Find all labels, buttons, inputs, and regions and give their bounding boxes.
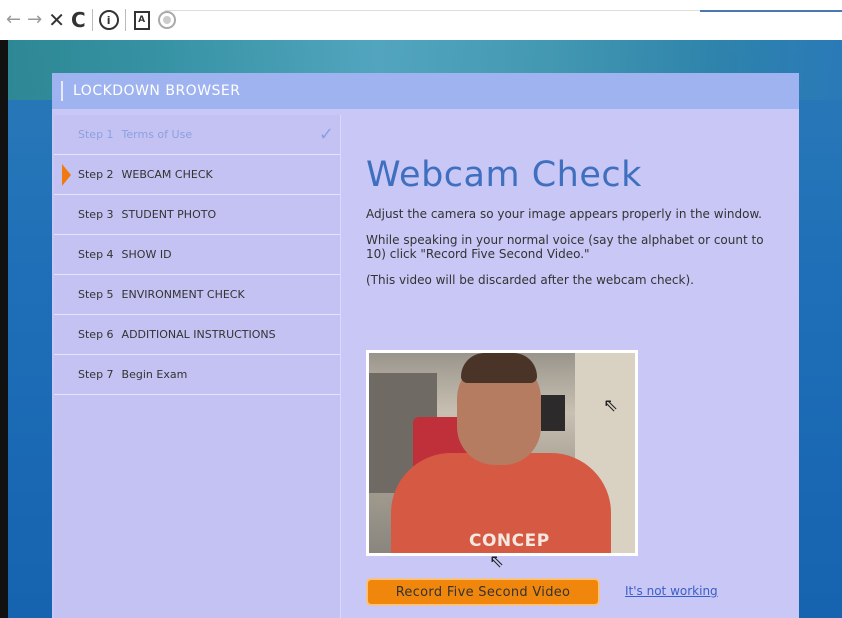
sidebar-item-begin-exam[interactable]: Step 7 Begin Exam — [54, 355, 340, 395]
sidebar-item-student-photo[interactable]: Step 3 STUDENT PHOTO — [54, 195, 340, 235]
title-accent-bar — [61, 81, 63, 101]
checkmark-icon: ✓ — [318, 124, 334, 145]
record-video-button[interactable]: Record Five Second Video — [366, 578, 600, 606]
step-label: ADDITIONAL INSTRUCTIONS — [121, 328, 276, 341]
sidebar-item-terms-of-use[interactable]: Step 1 Terms of Use ✓ — [54, 115, 340, 155]
sidebar-item-show-id[interactable]: Step 4 SHOW ID — [54, 235, 340, 275]
toolbar-divider — [124, 9, 126, 31]
close-icon[interactable]: ✕ — [48, 10, 65, 30]
screen-edge — [0, 40, 8, 618]
step-number: Step 1 — [78, 128, 114, 141]
sidebar-item-additional-instructions[interactable]: Step 6 ADDITIONAL INSTRUCTIONS — [54, 315, 340, 355]
back-arrow-icon[interactable]: ← — [6, 11, 21, 29]
reload-icon[interactable]: C — [71, 10, 86, 30]
steps-sidebar: Step 1 Terms of Use ✓ Step 2 WEBCAM CHEC… — [54, 115, 341, 618]
lockdown-window: LOCKDOWN BROWSER Step 1 Terms of Use ✓ S… — [52, 73, 799, 618]
address-bar-highlight — [700, 10, 842, 12]
step-number: Step 6 — [78, 328, 114, 341]
step-number: Step 3 — [78, 208, 114, 221]
toolbar-divider — [91, 9, 93, 31]
window-title: LOCKDOWN BROWSER — [73, 83, 241, 99]
mouse-cursor-icon: ⇖ — [489, 551, 505, 572]
webcam-monitor — [541, 395, 565, 431]
step-number: Step 7 — [78, 368, 114, 381]
sidebar-item-environment-check[interactable]: Step 5 ENVIRONMENT CHECK — [54, 275, 340, 315]
step-label: WEBCAM CHECK — [121, 168, 213, 181]
webcam-person-hair — [461, 353, 537, 383]
step-label: SHOW ID — [121, 248, 172, 261]
address-bar-underline — [165, 10, 705, 11]
instruction-text: While speaking in your normal voice (say… — [366, 233, 764, 261]
step-label: Begin Exam — [121, 368, 188, 381]
step-number: Step 2 — [78, 168, 114, 181]
page-title: Webcam Check — [366, 155, 642, 195]
step-number: Step 4 — [78, 248, 114, 261]
current-step-arrow-icon — [62, 164, 71, 186]
webcam-icon[interactable] — [157, 11, 176, 29]
mouse-cursor-icon: ⇖ — [603, 395, 619, 416]
window-titlebar: LOCKDOWN BROWSER — [52, 73, 799, 109]
forward-arrow-icon[interactable]: → — [27, 11, 42, 29]
sidebar-item-webcam-check[interactable]: Step 2 WEBCAM CHECK — [54, 155, 340, 195]
instruction-text: (This video will be discarded after the … — [366, 273, 694, 287]
step-label: ENVIRONMENT CHECK — [121, 288, 245, 301]
info-icon[interactable]: i — [98, 10, 119, 30]
main-content: Webcam Check Adjust the camera so your i… — [366, 115, 786, 287]
browser-toolbar: ← → ✕ C i A — [0, 0, 842, 40]
instruction-text: Adjust the camera so your image appears … — [366, 207, 762, 221]
step-label: Terms of Use — [121, 128, 193, 141]
step-label: STUDENT PHOTO — [121, 208, 217, 221]
webcam-preview: CONCEP ⇖ — [366, 350, 638, 556]
shirt-logo-text: CONCEP — [469, 531, 550, 551]
document-icon[interactable]: A — [133, 10, 150, 30]
webcam-feed: CONCEP ⇖ — [369, 353, 635, 553]
not-working-link[interactable]: It's not working — [625, 584, 718, 598]
step-number: Step 5 — [78, 288, 114, 301]
